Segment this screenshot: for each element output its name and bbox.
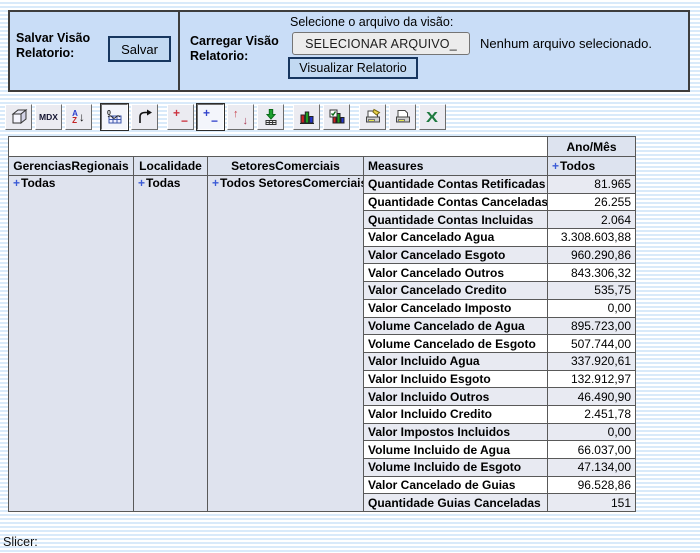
measure-value: 0,00 (548, 299, 636, 317)
measure-value: 337.920,61 (548, 352, 636, 370)
measure-label: Volume Incluido de Agua (364, 441, 548, 459)
drill-replace-icon: ↑ ↓ (232, 109, 249, 126)
bar-chart-icon (298, 108, 316, 126)
cube-icon (10, 108, 28, 126)
save-button[interactable]: Salvar (108, 36, 171, 62)
measure-label: Valor Impostos Incluidos (364, 423, 548, 441)
expand-icon[interactable]: + (138, 176, 145, 190)
measure-value: 66.037,00 (548, 441, 636, 459)
measure-label: Valor Incluido Esgoto (364, 370, 548, 388)
measure-value: 507.744,00 (548, 335, 636, 353)
print-config-icon (364, 108, 382, 126)
view-report-button[interactable]: Visualizar Relatorio (288, 57, 418, 79)
measure-value: 46.490,90 (548, 388, 636, 406)
measure-label: Quantidade Guias Canceladas (364, 494, 548, 512)
corner-cell (9, 137, 548, 157)
slicer-label: Slicer: (3, 535, 38, 549)
file-prompt-label: Selecione o arquivo da visão: (290, 15, 453, 29)
measure-value: 0,00 (548, 423, 636, 441)
panel-divider (178, 12, 180, 90)
dimension-header-setores: SetoresComerciais (208, 157, 364, 176)
drill-member-button[interactable]: + − (167, 104, 194, 130)
measure-label: Valor Cancelado de Guias (364, 476, 548, 494)
measure-label: Valor Cancelado Outros (364, 264, 548, 282)
drill-position-button[interactable]: + − (197, 104, 224, 130)
column-member-todos: +Todos (548, 157, 636, 176)
measure-label: Valor Incluido Credito (364, 405, 548, 423)
dimension-header-gerencias: GerenciasRegionais (9, 157, 134, 176)
measure-label: Quantidade Contas Retificadas (364, 176, 548, 194)
measure-value: 47.134,00 (548, 459, 636, 477)
load-view-label: Carregar Visão Relatorio: (190, 34, 294, 64)
measure-value: 895.723,00 (548, 317, 636, 335)
file-status-text: Nenhum arquivo selecionado. (480, 36, 652, 51)
export-excel-button[interactable]: X (419, 104, 446, 130)
measure-value: 3.308.603,88 (548, 229, 636, 247)
row-member-setores: +Todos SetoresComerciais (208, 176, 364, 512)
select-file-button[interactable]: SELECIONAR ARQUIVO_ (292, 32, 470, 55)
measure-value: 132.912,97 (548, 370, 636, 388)
measure-label: Quantidade Contas Incluidas (364, 211, 548, 229)
measure-value: 2.064 (548, 211, 636, 229)
drill-through-icon (262, 108, 280, 126)
pivot-table: Ano/Mês GerenciasRegionais Localidade Se… (8, 136, 636, 512)
drill-member-icon: + − (172, 109, 189, 126)
measure-value: 2.451,78 (548, 405, 636, 423)
save-view-label: Salvar Visão Relatorio: (16, 31, 108, 61)
column-axis-header: Ano/Mês (548, 137, 636, 157)
measure-value: 26.255 (548, 193, 636, 211)
measure-value: 151 (548, 494, 636, 512)
row-member-gerencias: +Todas (9, 176, 134, 512)
expand-icon[interactable]: + (13, 176, 20, 190)
swap-axes-icon (136, 108, 154, 126)
measure-label: Valor Incluido Outros (364, 388, 548, 406)
chart-config-icon (328, 108, 346, 126)
drill-replace-button[interactable]: ↑ ↓ (227, 104, 254, 130)
mdx-icon: MDX (39, 112, 58, 122)
dimension-header-measures: Measures (364, 157, 548, 176)
dimension-header-localidade: Localidade (134, 157, 208, 176)
measure-value: 843.306,32 (548, 264, 636, 282)
measure-label: Volume Cancelado de Esgoto (364, 335, 548, 353)
table-row: +Todas +Todas +Todos SetoresComerciais Q… (9, 176, 636, 194)
show-chart-button[interactable] (293, 104, 320, 130)
measure-value: 535,75 (548, 282, 636, 300)
measure-label: Volume Cancelado de Agua (364, 317, 548, 335)
printer-icon (394, 108, 412, 126)
empty-cells-icon: 0 (106, 108, 124, 126)
measure-value: 960.290,86 (548, 246, 636, 264)
measure-label: Valor Cancelado Credito (364, 282, 548, 300)
drill-position-icon: + − (202, 109, 219, 126)
report-view-panel: Salvar Visão Relatorio: Salvar Carregar … (8, 10, 690, 92)
swap-axes-button[interactable] (131, 104, 158, 130)
expand-icon[interactable]: + (552, 159, 559, 173)
measure-label: Valor Cancelado Imposto (364, 299, 548, 317)
measure-label: Valor Cancelado Esgoto (364, 246, 548, 264)
measure-value: 81.965 (548, 176, 636, 194)
measure-label: Valor Cancelado Agua (364, 229, 548, 247)
measure-label: Volume Incluido de Esgoto (364, 459, 548, 477)
measure-label: Quantidade Contas Canceladas (364, 193, 548, 211)
drill-through-button[interactable] (257, 104, 284, 130)
olap-navigator-button[interactable] (5, 104, 32, 130)
chart-config-button[interactable] (323, 104, 350, 130)
measure-value: 96.528,86 (548, 476, 636, 494)
pivot-toolbar: MDX A Z ↓ 0 (5, 104, 449, 130)
row-member-localidade: +Todas (134, 176, 208, 512)
sort-config-button[interactable]: A Z ↓ (65, 104, 92, 130)
expand-icon[interactable]: + (212, 176, 219, 190)
print-config-button[interactable] (359, 104, 386, 130)
measure-label: Valor Incluido Agua (364, 352, 548, 370)
sort-az-icon: A Z ↓ (72, 110, 85, 124)
excel-icon: X (426, 109, 438, 126)
show-empty-cells-button[interactable]: 0 (101, 104, 128, 130)
mdx-editor-button[interactable]: MDX (35, 104, 62, 130)
print-pdf-button[interactable] (389, 104, 416, 130)
